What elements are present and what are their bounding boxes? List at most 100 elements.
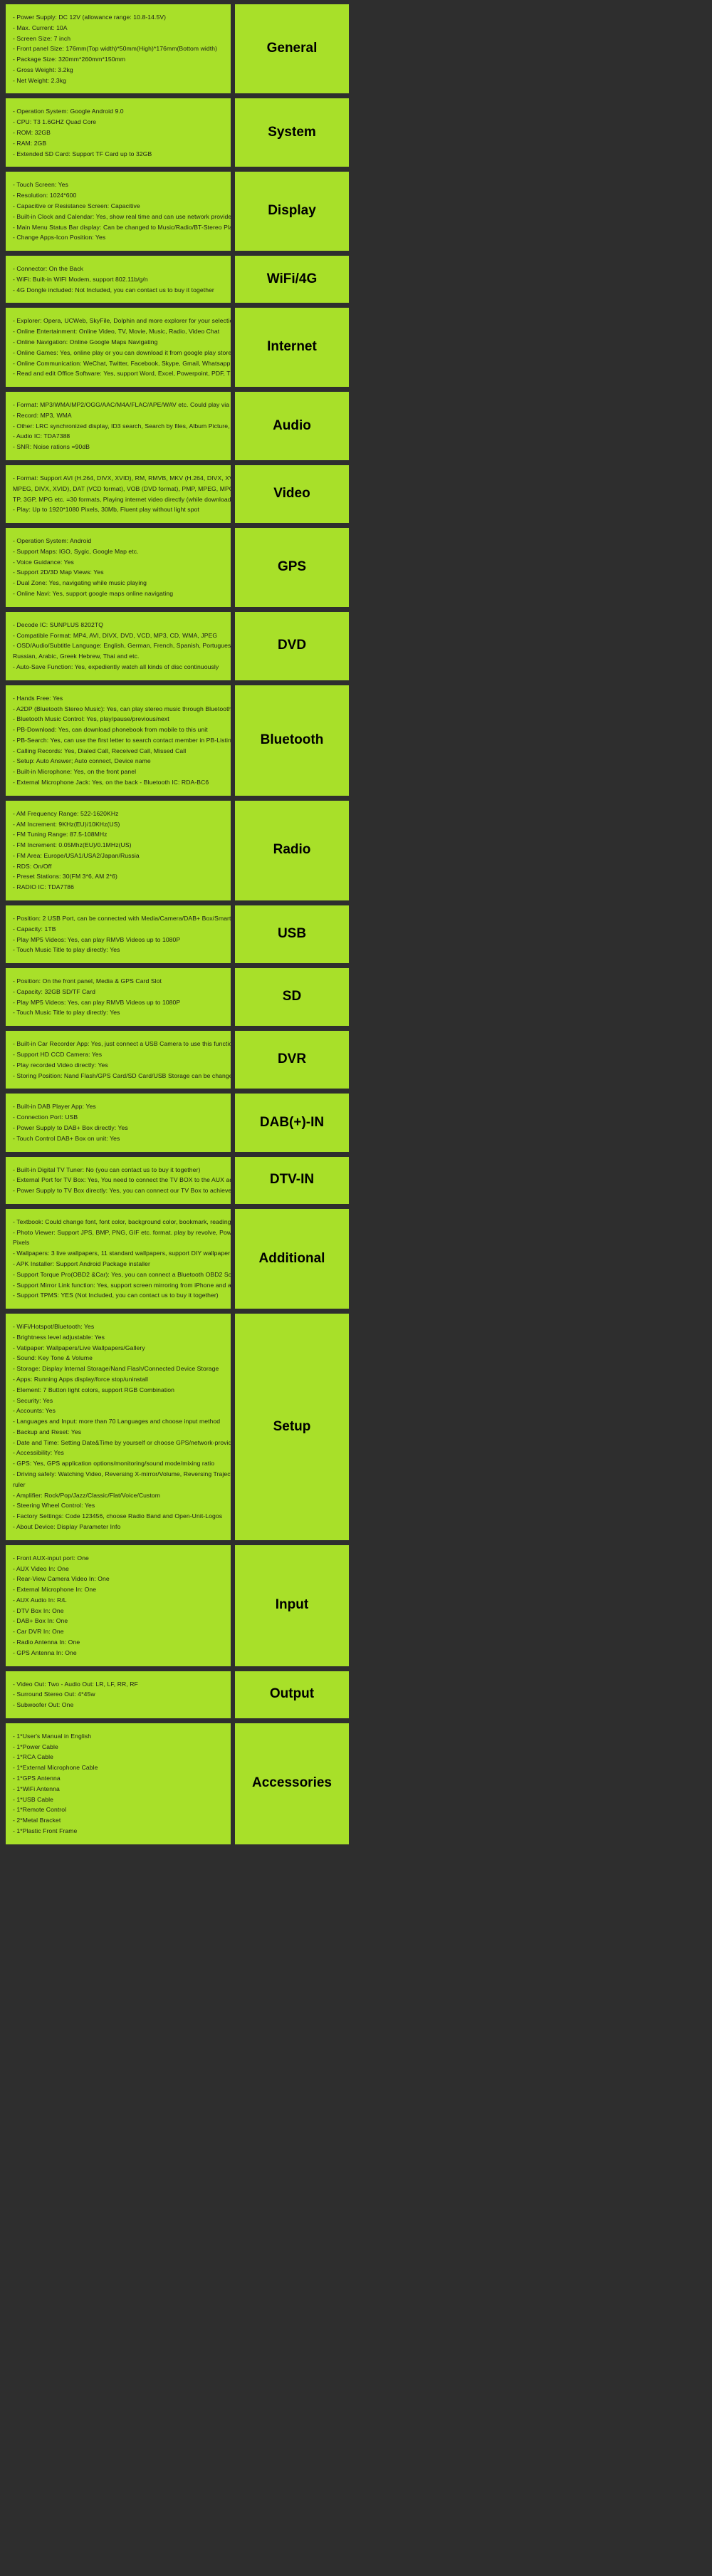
spec-list-item: - Online Entertainment: Online Video, TV… xyxy=(13,328,220,336)
spec-category-cell: Accessories xyxy=(235,1723,349,1844)
spec-list-item: - AUX Video In: One xyxy=(13,1564,69,1572)
spec-list-item: - Front AUX-input port: One xyxy=(13,1554,89,1562)
spec-list-item: - DTV Box In: One xyxy=(13,1606,64,1614)
spec-list: - Hands Free: Yes - A2DP (Bluetooth Stere… xyxy=(13,693,231,788)
spec-category-label: Display xyxy=(268,203,316,219)
spec-list-item: - Capacity: 1TB xyxy=(13,925,56,933)
spec-list: - Position: On the front panel, Media & … xyxy=(13,976,226,1018)
spec-list-item: - Built-in Car Recorder App: Yes, just c… xyxy=(13,1040,231,1048)
spec-list-item: - External Microphone In: One xyxy=(13,1586,97,1594)
spec-list-item: - Format: MP3/WMA/MP2/OGG/AAC/M4A/FLAC/A… xyxy=(13,401,231,409)
spec-list-item: - Brightness level adjustable: Yes xyxy=(13,1333,105,1341)
spec-list-item: - Capacitive or Resistance Screen: Capac… xyxy=(13,202,140,209)
spec-category-label: Accessories xyxy=(252,1775,332,1791)
spec-category-label: USB xyxy=(277,926,307,942)
spec-list-item: - Online Navi: Yes, support google maps … xyxy=(13,590,174,598)
spec-list: - Connector: On the Back - WiFi: Built-in… xyxy=(13,264,226,295)
spec-list-item: - A2DP (Bluetooth Stereo Music): Yes, ca… xyxy=(13,705,231,712)
spec-category-label: Video xyxy=(273,486,310,502)
spec-details-cell: - Built-in Digital TV Tuner: No (you can… xyxy=(6,1156,231,1204)
spec-list-item: Russian, Arabic, Greek Hebrew, Thai and … xyxy=(13,653,140,660)
spec-category-label: Setup xyxy=(273,1418,311,1434)
spec-category-label: WiFi/4G xyxy=(266,271,318,286)
spec-list-item: - Support 2D/3D Map Views: Yes xyxy=(13,568,104,576)
spec-list-item: - Decode IC: SUNPLUS 8202TQ xyxy=(13,620,103,628)
spec-list-item: - WiFi: Built-in WIFI Modem, support 802… xyxy=(13,275,148,283)
spec-list: - Operation System: Android - Support Map… xyxy=(13,536,226,599)
spec-list-item: ruler xyxy=(13,1480,26,1488)
spec-category-cell: Video xyxy=(235,465,349,524)
spec-row: - Hands Free: Yes - A2DP (Bluetooth Stere… xyxy=(6,685,706,796)
spec-list-item: - Main Menu Status Bar display: Can be c… xyxy=(13,223,231,231)
spec-list-item: - Date and Time: Setting Date&Time by yo… xyxy=(13,1438,231,1446)
spec-list-item: - 1*Power Cable xyxy=(13,1743,58,1750)
spec-list-item: - AM Frequency Range: 522-1620KHz xyxy=(13,809,119,817)
spec-row: - Format: Support AVI (H.264, DIVX, XVID… xyxy=(6,465,706,524)
spec-list-item: - Subwoofer Out: One xyxy=(13,1701,74,1709)
spec-list-item: - WiFi/Hotspot/Bluetooth: Yes xyxy=(13,1323,95,1331)
spec-category-cell: Audio xyxy=(235,392,349,460)
spec-list-item: - Built-in Microphone: Yes, on the front… xyxy=(13,768,137,776)
spec-details-cell: - Hands Free: Yes - A2DP (Bluetooth Stere… xyxy=(6,685,231,796)
spec-list-item: - Gross Weight: 3.2kg xyxy=(13,66,73,73)
spec-list-item: - PB-Download: Yes, can download phonebo… xyxy=(13,726,208,734)
spec-details-cell: - Built-in Car Recorder App: Yes, just c… xyxy=(6,1031,231,1089)
spec-list-item: - Format: Support AVI (H.264, DIVX, XVID… xyxy=(13,474,231,482)
spec-row: - 1*User's Manual in English - 1*Power Ca… xyxy=(6,1723,706,1844)
spec-list-item: - Max. Current: 10A xyxy=(13,24,68,31)
spec-list: - Video Out: Two - Audio Out: LR, LF, RR… xyxy=(13,1679,226,1710)
spec-list-item: - AUX Audio In: R/L xyxy=(13,1596,67,1604)
spec-category-cell: Output xyxy=(235,1671,349,1718)
spec-list-item: - Other: LRC synchronized display, ID3 s… xyxy=(13,422,231,430)
spec-list-item: - 1*User's Manual in English xyxy=(13,1732,92,1740)
spec-list-item: - Power Supply to DAB+ Box directly: Yes xyxy=(13,1123,128,1131)
spec-list-item: - Support HD CCD Camera: Yes xyxy=(13,1051,103,1059)
spec-list-item: - Capacity: 32GB SD/TF Card xyxy=(13,987,95,995)
spec-list-item: - Touch Screen: Yes xyxy=(13,181,68,189)
spec-details-cell: - Position: 2 USB Port, can be connected… xyxy=(6,905,231,964)
spec-list-item: - AM Increment: 9KHz(EU)/10KHz(US) xyxy=(13,820,120,828)
spec-list-item: - Backup and Reset: Yes xyxy=(13,1428,82,1435)
spec-list: - WiFi/Hotspot/Bluetooth: Yes - Brightnes… xyxy=(13,1321,231,1532)
spec-list-item: - Wallpapers: 3 live wallpapers, 11 stan… xyxy=(13,1250,231,1257)
spec-list-item: - OSD/Audio/Subtitle Language: English, … xyxy=(13,642,231,650)
spec-category-label: Output xyxy=(269,1686,315,1702)
spec-list-item: - About Device: Display Parameter Info xyxy=(13,1522,121,1530)
spec-list-item: - 1*External Microphone Cable xyxy=(13,1764,98,1772)
spec-list-item: - Position: 2 USB Port, can be connected… xyxy=(13,915,231,922)
spec-category-cell: Additional xyxy=(235,1208,349,1309)
spec-list-item: - External Port for TV Box: Yes, You nee… xyxy=(13,1176,231,1184)
spec-list: - Built-in Car Recorder App: Yes, just c… xyxy=(13,1039,231,1081)
spec-row: - Decode IC: SUNPLUS 8202TQ - Compatible … xyxy=(6,611,706,680)
spec-list-item: - Power Supply: DC 12V (allowance range:… xyxy=(13,14,167,21)
spec-list: - Position: 2 USB Port, can be connected… xyxy=(13,913,231,955)
spec-list-item: - Storing Position: Nand Flash/GPS Card/… xyxy=(13,1071,231,1079)
spec-list: - Front AUX-input port: One - AUX Video I… xyxy=(13,1553,226,1658)
spec-list-item: - 2*Metal Bracket xyxy=(13,1817,61,1824)
spec-list-item: - Connector: On the Back xyxy=(13,265,84,273)
spec-category-label: Audio xyxy=(273,417,311,433)
spec-list-item: - RDS: On/Off xyxy=(13,862,52,870)
spec-list-item: - Support Maps: IGO, Sygic, Google Map e… xyxy=(13,547,139,555)
spec-list-item: - Play recorded Video directly: Yes xyxy=(13,1061,108,1069)
spec-list-item: - CPU: T3 1.6GHZ Quad Core xyxy=(13,118,97,126)
spec-category-cell: Input xyxy=(235,1544,349,1666)
spec-details-cell: - Explorer: Opera, UCWeb, SkyFile, Dolph… xyxy=(6,308,231,388)
spec-category-label: Internet xyxy=(267,339,317,355)
spec-category-cell: DVR xyxy=(235,1031,349,1089)
spec-list: - 1*User's Manual in English - 1*Power Ca… xyxy=(13,1731,226,1837)
spec-list-item: - Change Apps-Icon Position: Yes xyxy=(13,234,106,242)
spec-details-cell: - Operation System: Android - Support Map… xyxy=(6,528,231,607)
spec-list-item: - Audio IC: TDA7388 xyxy=(13,432,70,440)
spec-list-item: - Package Size: 320mm*260mm*150mm xyxy=(13,56,126,63)
spec-category-cell: SD xyxy=(235,968,349,1027)
spec-list-item: - Preset Stations: 30(FM 3*6, AM 2*6) xyxy=(13,873,117,881)
spec-list-item: Pixels xyxy=(13,1239,30,1247)
spec-list-item: - 1*WiFi Antenna xyxy=(13,1785,60,1792)
spec-row: - Textbook: Could change font, font colo… xyxy=(6,1208,706,1309)
spec-list-item: - Explorer: Opera, UCWeb, SkyFile, Dolph… xyxy=(13,317,231,325)
spec-list-item: - Connection Port: USB xyxy=(13,1113,78,1121)
spec-list-item: - Element: 7 Button light colors, suppor… xyxy=(13,1386,175,1393)
spec-list-item: - Online Games: Yes, online play or you … xyxy=(13,348,231,356)
spec-list: - Textbook: Could change font, font colo… xyxy=(13,1217,231,1301)
